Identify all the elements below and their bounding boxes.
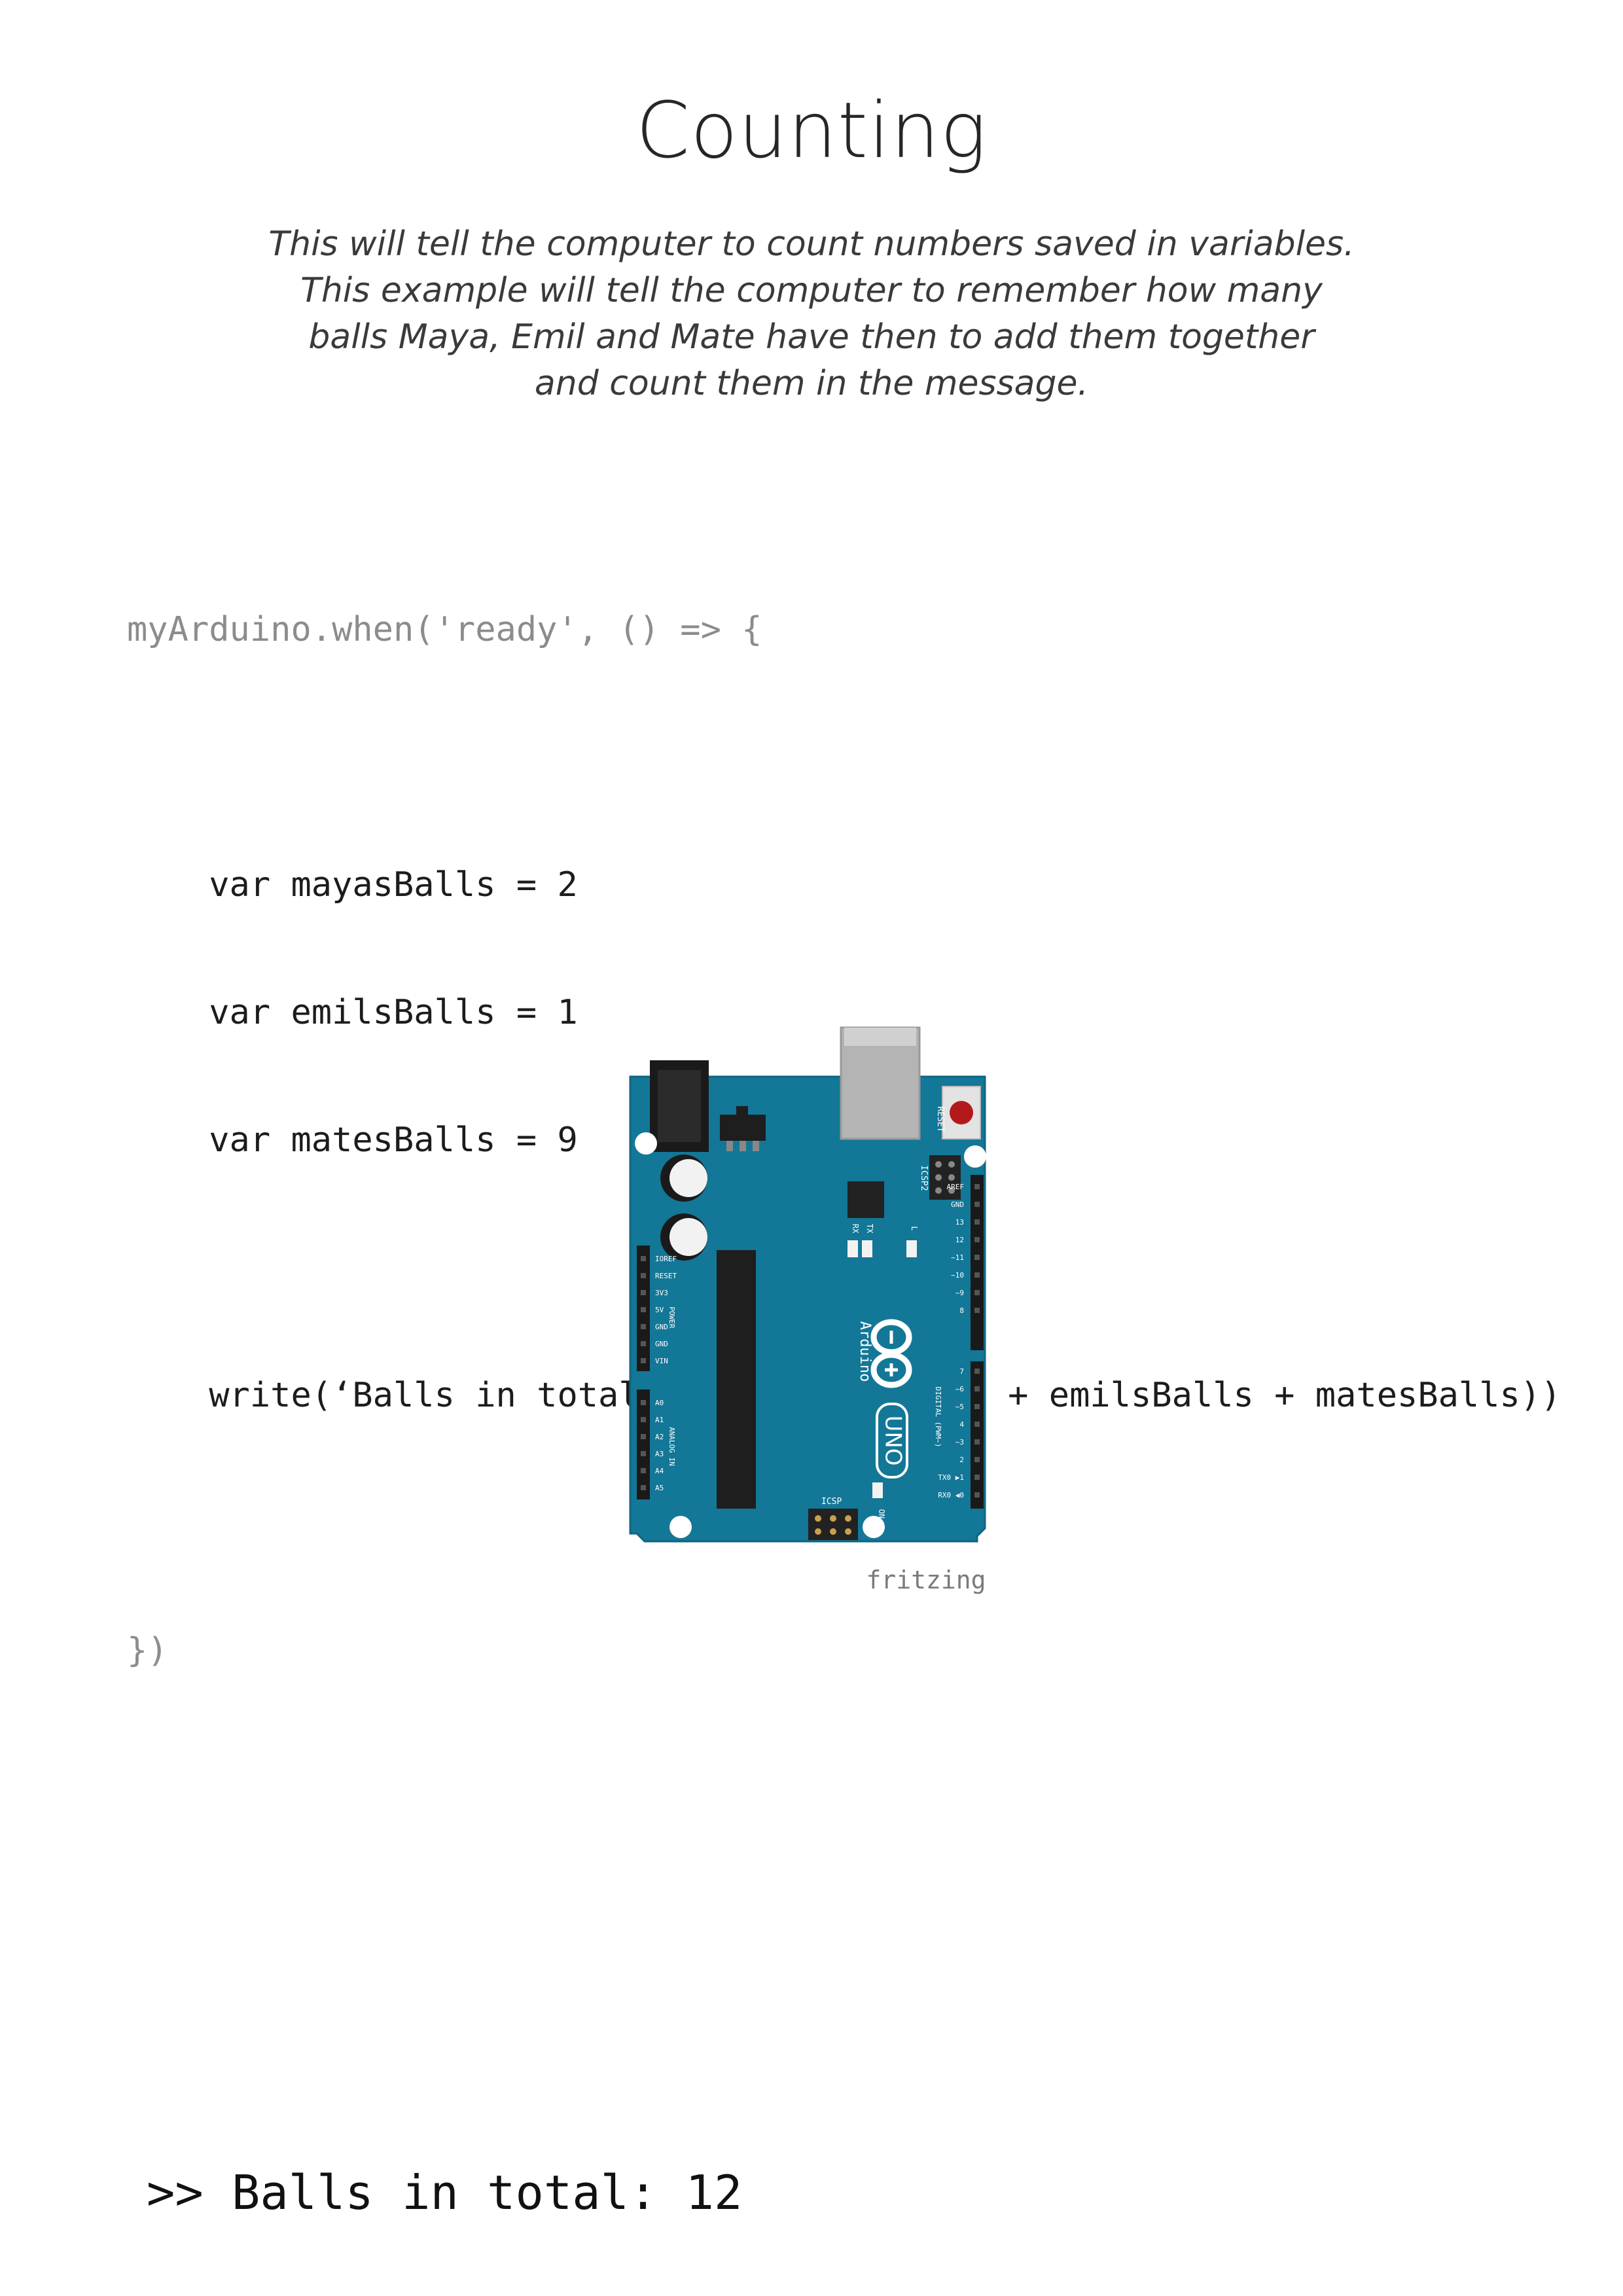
- header-pin: [641, 1307, 646, 1312]
- intro-line: This example will tell the computer to r…: [300, 271, 1323, 310]
- icsp-label: ICSP: [821, 1497, 842, 1507]
- header-pin: [641, 1324, 646, 1329]
- digital-pin-label: TX0 ▶1: [938, 1473, 964, 1482]
- header-pin: [641, 1358, 646, 1363]
- analog-header: [637, 1390, 650, 1499]
- digital-pin-label: ~3: [955, 1438, 964, 1446]
- header-pin: [974, 1386, 980, 1391]
- analog-pin-label: A3: [655, 1450, 664, 1458]
- intro-line: and count them in the message.: [534, 364, 1089, 403]
- header-pin: [641, 1451, 646, 1456]
- header-pin: [641, 1417, 646, 1422]
- header-pin: [641, 1434, 646, 1439]
- code-line: var mayasBalls = 2: [127, 865, 578, 905]
- header-pin: [641, 1468, 646, 1473]
- intro-text: This will tell the computer to count num…: [223, 221, 1400, 407]
- icsp2-header: [929, 1155, 961, 1200]
- header-pin: [641, 1273, 646, 1278]
- mounting-hole: [863, 1516, 885, 1538]
- header-pin: [641, 1256, 646, 1261]
- header-pin: [974, 1184, 980, 1189]
- page-title: Counting: [635, 85, 988, 175]
- digital-pin-label: ~9: [955, 1289, 964, 1297]
- power-label: POWER: [668, 1306, 676, 1328]
- digital-pin-label: 4: [959, 1420, 964, 1429]
- digital-pin-label: 12: [955, 1236, 964, 1244]
- microcontroller-icon: [717, 1250, 756, 1509]
- analog-pin-label: A5: [655, 1484, 664, 1492]
- power-pin-label: GND: [655, 1340, 668, 1348]
- usb-chip-icon: [847, 1181, 884, 1218]
- icsp-header: [808, 1509, 858, 1540]
- console-output: >> Balls in total: 12: [147, 2165, 743, 2220]
- icsp2-label: ICSP2: [919, 1165, 929, 1191]
- intro-line: balls Maya, Emil and Mate have then to a…: [308, 317, 1315, 357]
- power-pin-label: VIN: [655, 1357, 668, 1365]
- digital-label: DIGITAL (PWM~): [934, 1387, 942, 1448]
- header-pin: [974, 1439, 980, 1444]
- code-line: }): [127, 1631, 168, 1670]
- header-pin: [974, 1255, 980, 1260]
- arduino-board-svg: RESET ICSP2 TX RX L Arduino UNO ON ICSP …: [629, 1026, 986, 1594]
- l-label: L: [910, 1226, 919, 1230]
- header-pin: [974, 1492, 980, 1498]
- power-pin-label: IOREF: [655, 1255, 677, 1263]
- header-pin: [974, 1290, 980, 1295]
- voltage-regulator-icon: [720, 1115, 766, 1141]
- header-pin: [974, 1422, 980, 1427]
- mounting-hole: [964, 1145, 986, 1168]
- power-pin-label: RESET: [655, 1272, 677, 1280]
- model-label: UNO: [880, 1415, 906, 1465]
- header-pin: [641, 1485, 646, 1490]
- digital-header-bottom: [971, 1361, 984, 1509]
- tx-label: TX: [865, 1224, 874, 1234]
- digital-pin-label: RX0 ◀0: [938, 1491, 964, 1499]
- power-pin-label: GND: [655, 1323, 668, 1331]
- mounting-hole: [635, 1132, 657, 1155]
- analog-label: ANALOG IN: [668, 1427, 676, 1466]
- fritzing-watermark: fritzing: [866, 1566, 986, 1594]
- digital-pin-label: GND: [951, 1200, 964, 1209]
- reset-label: RESET: [935, 1106, 945, 1132]
- header-pin: [974, 1404, 980, 1409]
- on-label: ON: [877, 1509, 886, 1518]
- digital-pin-label: ~5: [955, 1403, 964, 1411]
- header-pin: [974, 1272, 980, 1278]
- header-pin: [974, 1237, 980, 1242]
- power-pin-label: 5V: [655, 1306, 664, 1314]
- digital-pin-label: ~6: [955, 1385, 964, 1393]
- digital-pin-label: 13: [955, 1218, 964, 1227]
- arduino-uno-illustration: RESET ICSP2 TX RX L Arduino UNO ON ICSP …: [618, 1024, 998, 1600]
- digital-pin-label: 8: [959, 1306, 964, 1315]
- digital-pin-label: ~11: [951, 1253, 964, 1262]
- brand-label: Arduino: [857, 1321, 873, 1382]
- analog-pin-label: A2: [655, 1433, 664, 1441]
- mounting-hole: [669, 1516, 692, 1538]
- intro-line: This will tell the computer to count num…: [268, 224, 1355, 264]
- digital-pin-label: AREF: [947, 1183, 965, 1191]
- analog-pin-label: A1: [655, 1416, 664, 1424]
- digital-pin-label: ~10: [951, 1271, 964, 1280]
- header-pin: [974, 1308, 980, 1313]
- analog-pin-label: A0: [655, 1399, 664, 1407]
- header-pin: [974, 1202, 980, 1207]
- code-line: myArduino.when('ready', () => {: [127, 610, 762, 649]
- header-pin: [974, 1457, 980, 1462]
- digital-pin-label: 2: [959, 1456, 964, 1464]
- header-pin: [641, 1400, 646, 1405]
- header-pin: [974, 1219, 980, 1225]
- rx-label: RX: [851, 1224, 860, 1234]
- header-pin: [974, 1369, 980, 1374]
- header-pin: [974, 1475, 980, 1480]
- header-pin: [641, 1290, 646, 1295]
- power-pin-label: 3V3: [655, 1289, 668, 1297]
- header-pin: [641, 1341, 646, 1346]
- digital-pin-label: 7: [959, 1367, 964, 1376]
- analog-pin-label: A4: [655, 1467, 664, 1475]
- digital-header-top: [971, 1175, 984, 1350]
